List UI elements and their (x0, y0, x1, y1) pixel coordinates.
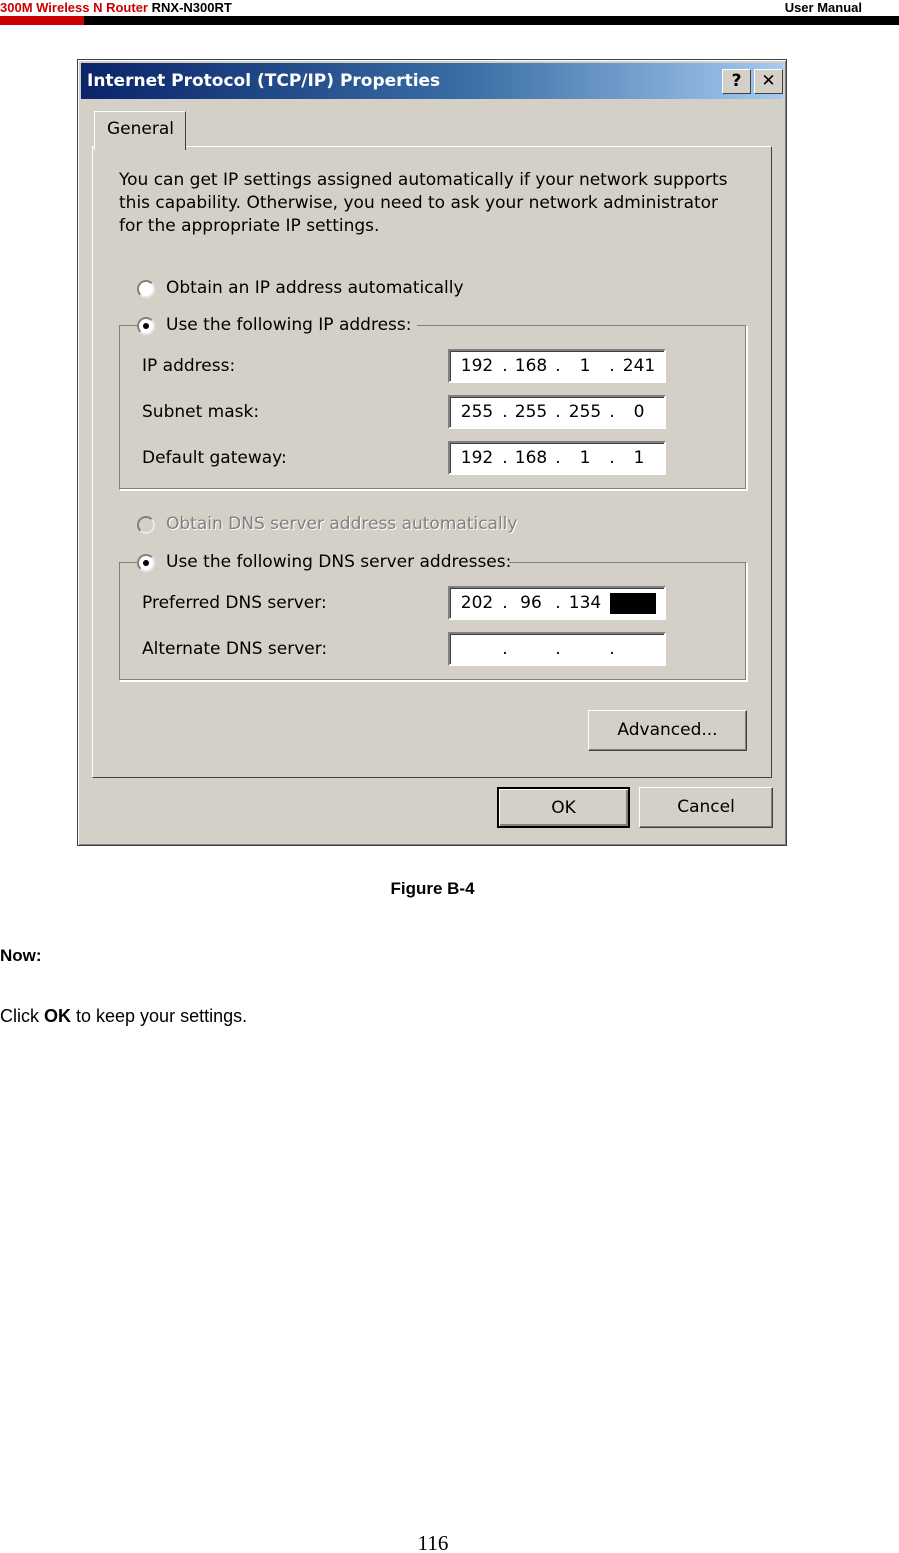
ip-dot: . (609, 356, 615, 376)
preferred-dns-input[interactable]: 202 . 96 . 134 . 133 (448, 586, 666, 620)
ip-address-input[interactable]: 192 . 168 . 1 . 241 (448, 349, 666, 383)
intro-text: You can get IP settings assigned automat… (119, 170, 728, 236)
advanced-button[interactable]: Advanced... (588, 710, 747, 751)
tcpip-properties-dialog: Internet Protocol (TCP/IP) Properties ? … (77, 59, 787, 846)
ip-manual-label: Use the following IP address: (166, 315, 412, 335)
ip-auto-option[interactable]: Obtain an IP address automatically (137, 278, 467, 302)
default-gateway-label: Default gateway: (142, 448, 287, 468)
ip-octet: 241 (622, 356, 656, 376)
instruction-post: to keep your settings. (71, 1006, 248, 1026)
tab-general[interactable]: General (94, 111, 186, 150)
dns-manual-option[interactable]: Use the following DNS server addresses: (137, 552, 512, 576)
dns-manual-label: Use the following DNS server addresses: (166, 552, 512, 572)
page-header: 300M Wireless N Router RNX-N300RT User M… (0, 0, 899, 26)
ip-octet: 192 (460, 356, 494, 376)
page-number: 116 (417, 1531, 449, 1553)
dialog-title: Internet Protocol (TCP/IP) Properties (87, 71, 441, 91)
ip-octet: 255 (568, 402, 602, 422)
alternate-dns-label: Alternate DNS server: (142, 639, 328, 659)
dns-auto-radio[interactable] (137, 516, 155, 534)
dns-auto-label: Obtain DNS server address automatically (166, 514, 518, 534)
header-rule-red (0, 16, 84, 25)
ip-dot: . (609, 402, 615, 422)
ok-button[interactable]: OK (497, 787, 630, 828)
ip-octet: 255 (514, 402, 548, 422)
ip-octet: 1 (633, 448, 645, 468)
ip-octet: 96 (520, 593, 542, 613)
ip-octet: 1 (579, 448, 591, 468)
subnet-mask-label: Subnet mask: (142, 402, 260, 422)
instruction-pre: Click (0, 1006, 44, 1026)
ip-octet: 168 (514, 356, 548, 376)
header-rule-black (84, 16, 899, 25)
ip-dot: . (609, 639, 615, 659)
ip-dot: . (555, 402, 561, 422)
ip-octet: 1 (579, 356, 591, 376)
ip-octet: 168 (514, 448, 548, 468)
instruction-text: Click OK to keep your settings. (0, 1006, 247, 1027)
header-doc-type: User Manual (784, 0, 862, 15)
close-button[interactable]: ✕ (754, 69, 783, 94)
tab-general-label: General (107, 119, 174, 139)
ip-dot: . (555, 639, 561, 659)
ip-dot: . (555, 356, 561, 376)
ip-auto-label: Obtain an IP address automatically (166, 278, 464, 298)
figure-caption: Figure B-4 (0, 879, 899, 899)
help-button[interactable]: ? (722, 69, 751, 94)
default-gateway-input[interactable]: 192 . 168 . 1 . 1 (448, 441, 666, 475)
ip-octet: 202 (460, 593, 494, 613)
header-product: 300M Wireless N Router RNX-N300RT (0, 0, 232, 15)
text-caret (610, 593, 656, 614)
ip-octet: 255 (460, 402, 494, 422)
dns-auto-option[interactable]: Obtain DNS server address automatically (137, 514, 517, 538)
ip-manual-radio[interactable] (137, 317, 155, 335)
ip-auto-radio[interactable] (137, 280, 155, 298)
instruction-bold: OK (44, 1006, 71, 1026)
preferred-dns-label: Preferred DNS server: (142, 593, 327, 613)
ip-octet: 0 (633, 402, 645, 422)
ip-dot: . (609, 448, 615, 468)
now-heading: Now: (0, 946, 42, 965)
dialog-titlebar[interactable]: Internet Protocol (TCP/IP) Properties ? … (81, 63, 783, 99)
ip-octet: 134 (568, 593, 602, 613)
ip-dot: . (555, 593, 561, 613)
figure-caption-text: Figure B-4 (390, 879, 475, 898)
subnet-mask-input[interactable]: 255 . 255 . 255 . 0 (448, 395, 666, 429)
ip-dot: . (555, 448, 561, 468)
alternate-dns-input[interactable]: . . . (448, 632, 666, 666)
header-model: RNX-N300RT (151, 0, 232, 15)
cancel-button[interactable]: Cancel (639, 787, 773, 828)
ip-address-label: IP address: (142, 356, 236, 376)
dns-manual-radio[interactable] (137, 554, 155, 572)
ip-dot: . (502, 639, 508, 659)
ip-octet: 192 (460, 448, 494, 468)
ip-manual-option[interactable]: Use the following IP address: (137, 315, 417, 339)
header-product-name: 300M Wireless N Router (0, 0, 148, 15)
